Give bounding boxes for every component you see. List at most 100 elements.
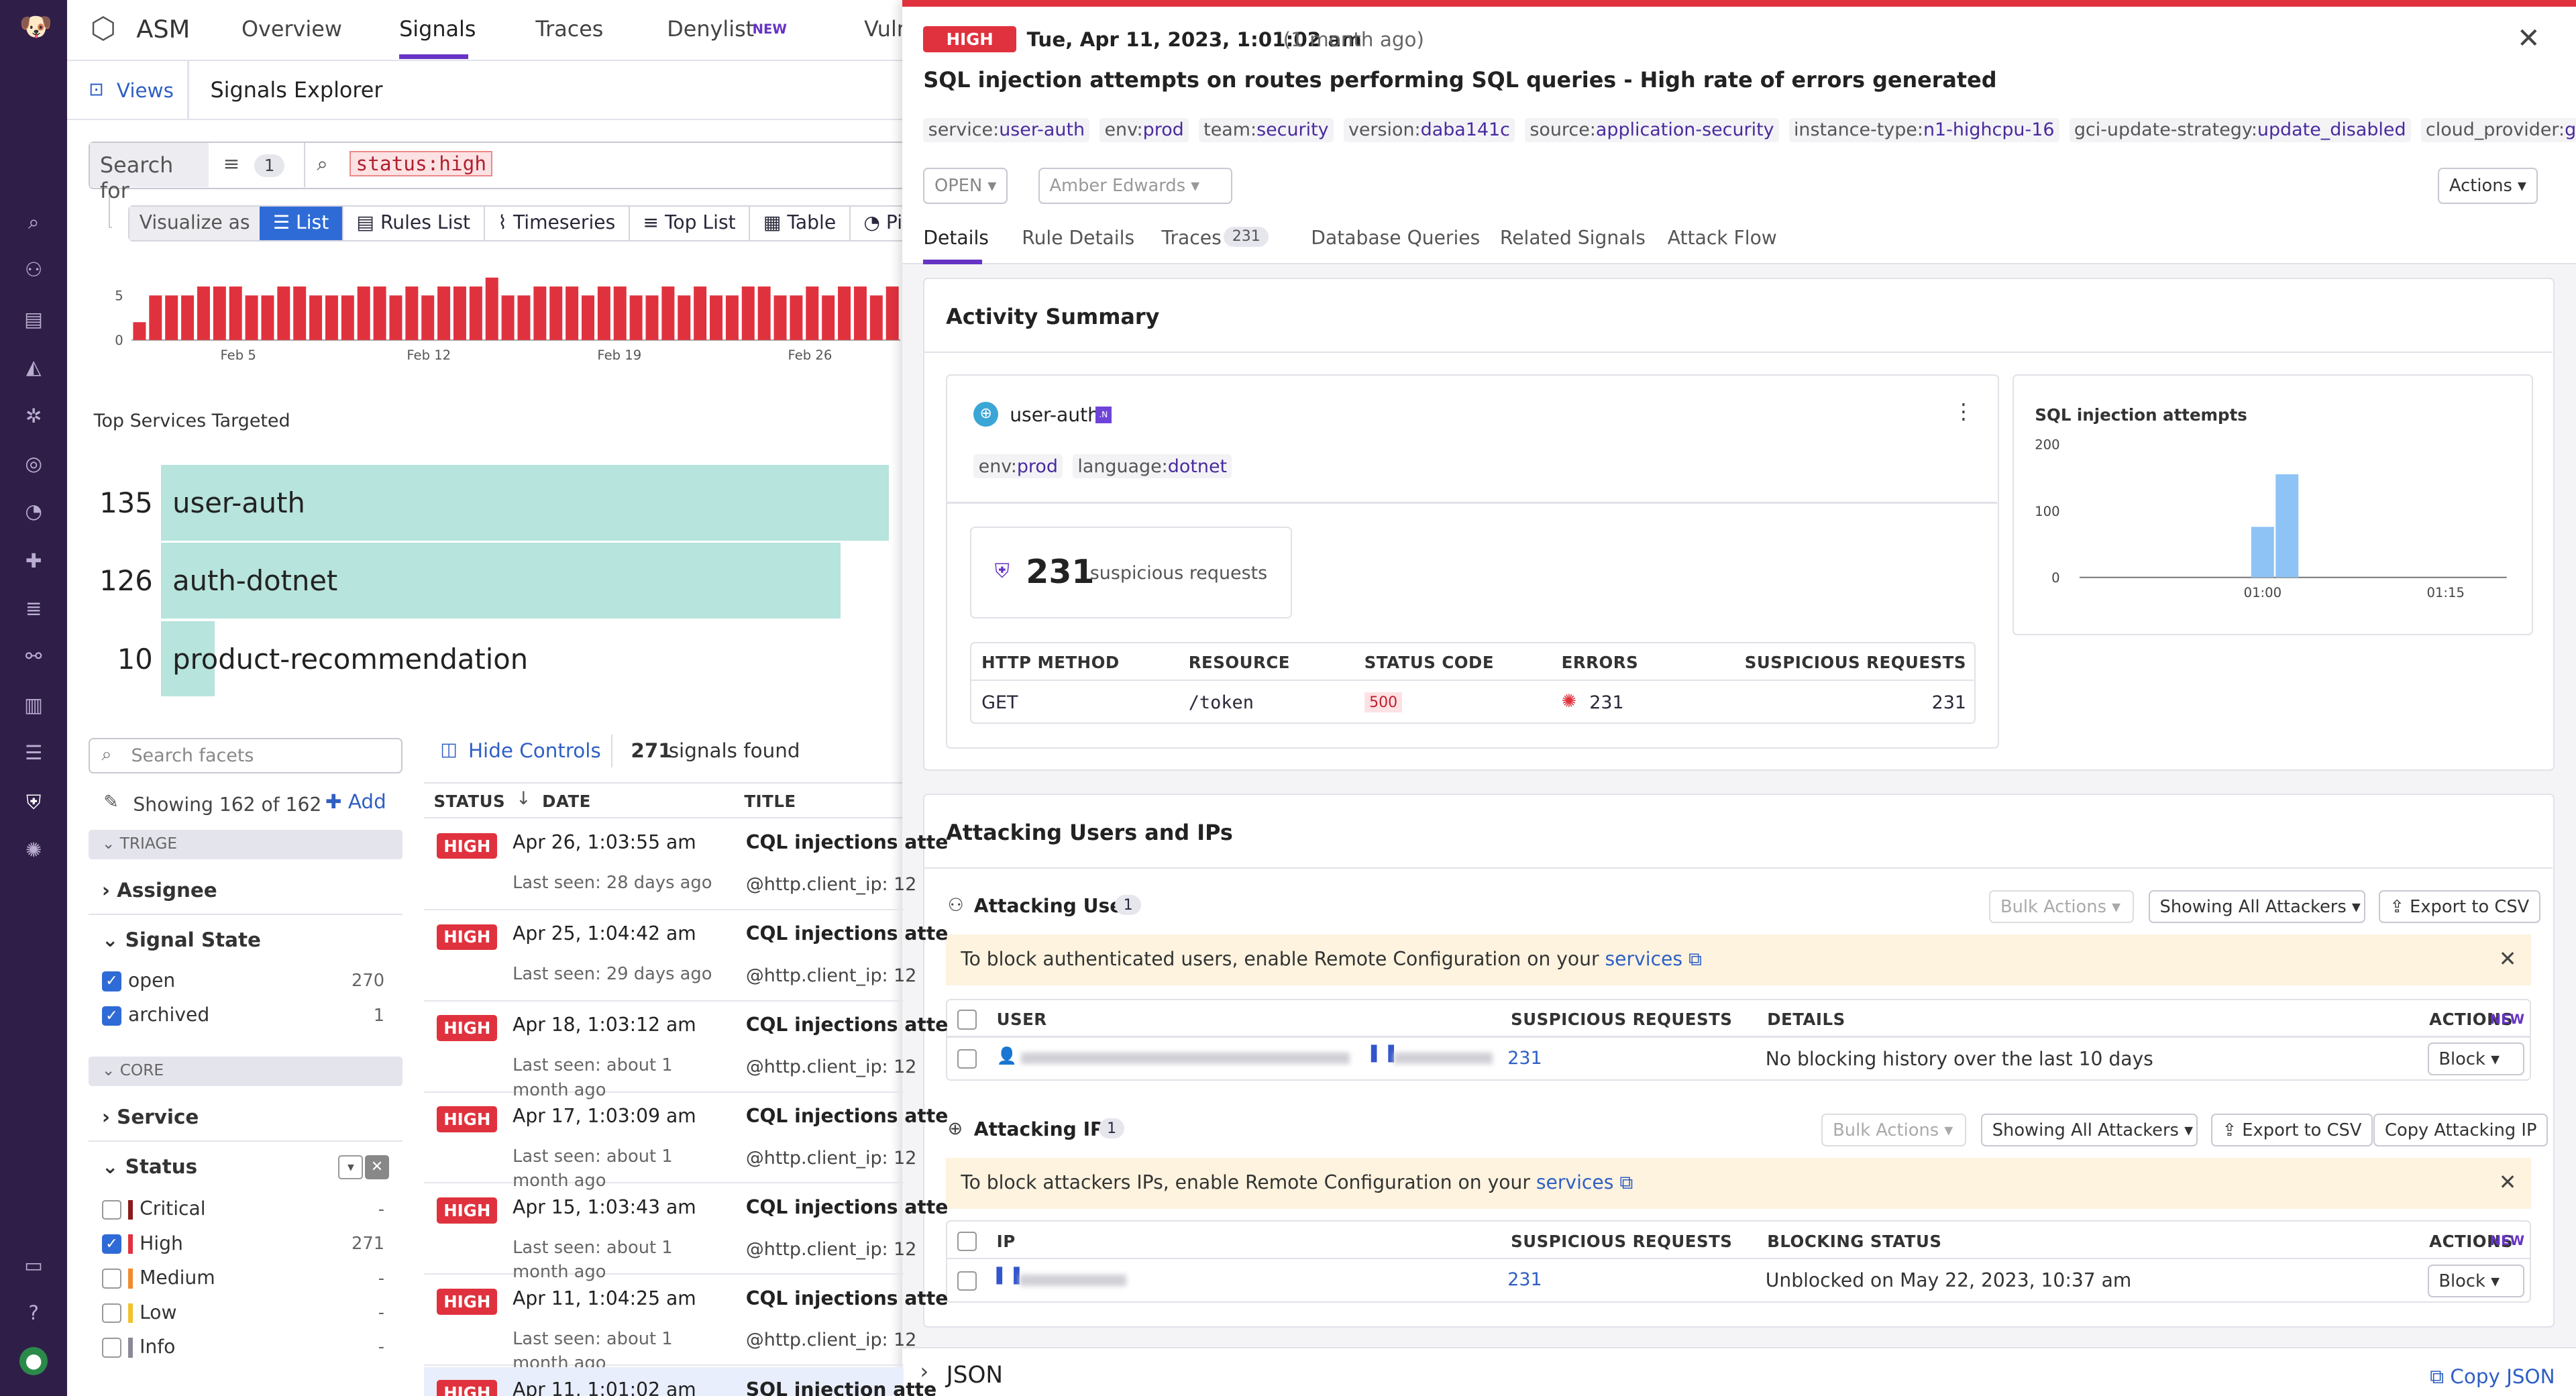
service-name[interactable]: user-auth [1010,404,1099,426]
signal-tag[interactable]: source:application-security [1525,117,1779,142]
facet-option[interactable]: Critical - [101,1197,391,1232]
security-icon[interactable]: ⛨ [19,789,48,817]
viz-table[interactable]: ▦ Table [749,207,849,240]
service-tag[interactable]: env:prod [973,454,1063,479]
histogram-bar[interactable] [725,295,739,340]
copy-json-button[interactable]: ⧉ Copy JSON [2430,1365,2555,1389]
column-date[interactable]: DATE [542,792,591,811]
close-icon[interactable]: ✕ [2517,21,2540,54]
histogram-bar[interactable] [853,286,867,340]
checkbox[interactable] [101,1199,122,1220]
add-facet-button[interactable]: ✚ Add [325,790,386,813]
histogram-bar[interactable] [293,286,307,340]
edit-icon[interactable]: ✎ [103,792,119,812]
search-bar[interactable]: Search for ≡ 1 ⌕ status:high [89,141,910,203]
infrastructure-icon[interactable]: ✚ [19,547,48,576]
external-link-icon[interactable]: ⧉ [1619,1171,1633,1193]
views-button[interactable]: Views [117,79,174,102]
metrics-icon[interactable]: ◭ [19,354,48,382]
tab-database-queries[interactable]: Database Queries [1311,227,1480,249]
signal-row[interactable]: HIGH Apr 25, 1:04:42 am Last seen: 29 days… [423,911,948,1002]
monitors-icon[interactable]: ◎ [19,450,48,478]
ip-export-csv-button[interactable]: ⇪ Export to CSV [2210,1113,2373,1146]
hide-controls-icon[interactable]: ◫ [440,739,457,760]
integrations-icon[interactable]: ✲ [19,402,48,431]
datadog-logo-icon[interactable]: 🐶 [19,13,52,42]
facet-status[interactable]: ⌄ Status [102,1155,197,1178]
dashboard-icon[interactable]: ▤ [19,306,48,334]
tab-traces[interactable]: Traces [1161,227,1221,249]
tab-rule-details[interactable]: Rule Details [1022,227,1134,249]
facet-option[interactable]: ✓ open 270 [101,969,391,1004]
histogram-bar[interactable] [453,286,466,340]
chart-bar[interactable] [2251,527,2274,578]
checkbox[interactable] [101,1338,122,1358]
histogram-bar[interactable] [501,295,515,340]
checkbox[interactable] [101,1269,122,1289]
bug-icon[interactable]: ✺ [19,837,48,865]
histogram-bar[interactable] [149,295,162,340]
query-token[interactable]: status:high [350,150,493,176]
assignee-dropdown[interactable]: Amber Edwards ▾ [1038,167,1232,204]
external-link-icon[interactable]: ⧉ [1688,948,1702,970]
more-vertical-icon[interactable]: ⋮ [1953,398,1974,424]
core-section-header[interactable]: ⌄ CORE [89,1056,402,1086]
signal-row[interactable]: HIGH Apr 26, 1:03:55 am Last seen: 28 days… [423,820,948,910]
ip-requests-link[interactable]: 231 [1507,1269,1542,1290]
histogram-bar[interactable] [869,295,883,340]
signal-row[interactable]: HIGH Apr 11, 1:04:25 am Last seen: about 1… [423,1276,948,1373]
close-icon[interactable]: ✕ [2499,946,2517,971]
binoculars-icon[interactable]: ⚇ [19,256,48,284]
top-service-row[interactable]: 135 user-auth [94,465,899,541]
viz-list[interactable]: ☰ List [260,207,342,240]
block-user-button[interactable]: Block ▾ [2427,1042,2525,1076]
histogram-bar[interactable] [180,295,194,340]
row-checkbox[interactable] [957,1271,977,1291]
close-icon[interactable]: ✕ [2499,1169,2517,1195]
histogram-bar[interactable] [261,295,274,340]
user-bulk-actions[interactable]: Bulk Actions ▾ [1989,890,2134,923]
tab-signals[interactable]: Signals [399,16,476,42]
signal-tag[interactable]: team:security [1198,117,1334,142]
histogram-bar[interactable] [213,286,226,340]
histogram-bar[interactable] [309,295,323,340]
block-ip-button[interactable]: Block ▾ [2427,1264,2525,1297]
signal-row[interactable]: HIGH Apr 11, 1:01:02 am SQL injection atte [423,1366,936,1396]
links-icon[interactable]: ⚯ [19,643,48,671]
histogram-bar[interactable] [229,286,242,340]
filter-icon[interactable]: ≡ [223,152,240,175]
tab-traces[interactable]: Traces [535,16,603,42]
histogram-bar[interactable] [325,295,338,340]
facet-filter-icon[interactable]: ▾ [338,1155,364,1180]
histogram-bar[interactable] [245,295,258,340]
facet-option[interactable]: Info - [101,1336,391,1370]
histogram-bar[interactable] [357,286,370,340]
histogram-bar[interactable] [790,295,803,340]
chat-icon[interactable]: ▭ [19,1252,48,1280]
ip-showing-dropdown[interactable]: Showing All Attackers ▾ [1981,1113,2198,1146]
signal-row[interactable]: HIGH Apr 18, 1:03:12 am Last seen: about 1… [423,1002,948,1100]
histogram-bar[interactable] [485,277,498,340]
histogram-bar[interactable] [885,286,899,340]
notebook-icon[interactable]: ▥ [19,692,48,720]
histogram-bar[interactable] [373,286,386,340]
histogram-bar[interactable] [533,286,547,340]
help-icon[interactable]: ? [19,1299,48,1328]
checkbox[interactable]: ✓ [101,971,122,991]
apm-icon[interactable]: ◔ [19,498,48,526]
synthetics-icon[interactable]: ☰ [19,739,48,767]
avatar[interactable]: ● [19,1347,48,1375]
facet-option[interactable]: ✓ archived 1 [101,1004,391,1038]
hide-controls-button[interactable]: Hide Controls [468,739,601,762]
signal-tag[interactable]: gci-update-strategy:update_disabled [2069,117,2411,142]
histogram-bar[interactable] [741,286,755,340]
histogram-bar[interactable] [709,295,722,340]
histogram-bar[interactable] [549,286,563,340]
histogram-bar[interactable] [389,295,402,340]
histogram-bar[interactable] [661,286,675,340]
user-requests-link[interactable]: 231 [1507,1048,1542,1069]
sort-down-icon[interactable]: ↓ [516,788,531,809]
json-section[interactable]: › JSON ⧉ Copy JSON [902,1347,2576,1396]
chart-bar[interactable] [2275,474,2298,578]
histogram-bar[interactable] [197,286,210,340]
